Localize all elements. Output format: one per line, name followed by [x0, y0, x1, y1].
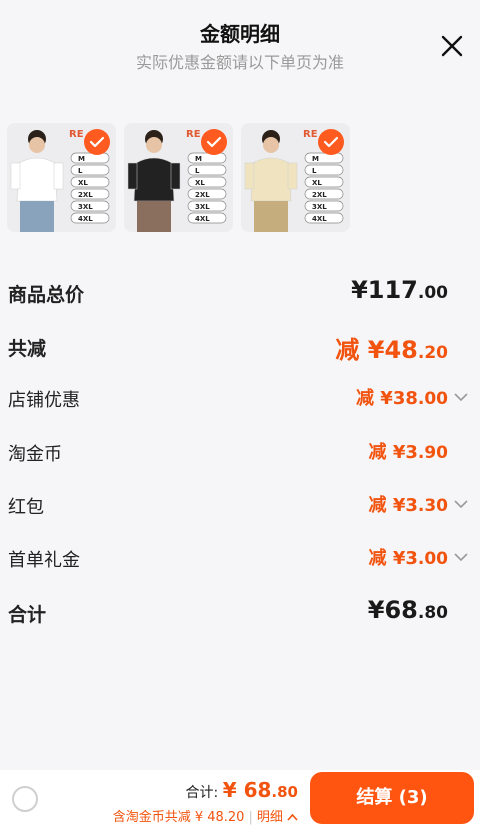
total-summary: 合计: ¥ 68.80	[186, 778, 298, 802]
breakdown-value: 减 ¥3.90	[369, 438, 448, 464]
breakdown-value: 减 ¥38.00	[356, 384, 448, 410]
product-thumbnail[interactable]: RE M L XL 2XL 3XL 4XL	[241, 123, 350, 232]
breakdown-value: 减 ¥48.20	[335, 330, 448, 365]
value-decimal: .80	[417, 603, 448, 623]
value-decimal: .20	[417, 343, 448, 363]
value-integer: ¥117	[351, 276, 418, 304]
checkout-button[interactable]: 结算 (3)	[310, 772, 474, 824]
breakdown-row: 共减 减 ¥48.20	[0, 324, 480, 374]
product-thumbnails: RE M L XL 2XL 3XL 4XL RE M L XL 2XL 3XL …	[7, 123, 350, 232]
svg-text:3XL: 3XL	[78, 203, 93, 211]
breakdown-row[interactable]: 红包 减 ¥3.30	[0, 483, 480, 533]
breakdown-value: ¥117.00	[351, 276, 448, 304]
value-decimal: .00	[417, 283, 448, 303]
svg-text:4XL: 4XL	[78, 215, 93, 223]
svg-text:RE: RE	[69, 129, 84, 140]
svg-text:M: M	[195, 155, 202, 163]
breakdown-label: 合计	[8, 604, 47, 626]
page-subtitle: 实际优惠金额请以下单页为准	[135, 53, 344, 72]
breakdown-value: 减 ¥3.00	[369, 544, 448, 570]
select-all-radio[interactable]	[12, 786, 38, 812]
breakdown-row: 淘金币 减 ¥3.90	[0, 430, 480, 480]
value-decimal: .00	[417, 389, 448, 409]
svg-text:2XL: 2XL	[195, 191, 210, 199]
breakdown-label: 红包	[8, 497, 44, 518]
product-thumbnail[interactable]: RE M L XL 2XL 3XL 4XL	[7, 123, 116, 232]
svg-text:XL: XL	[312, 179, 322, 187]
svg-text:XL: XL	[78, 179, 88, 187]
selected-check-icon	[84, 129, 110, 155]
breakdown-value: ¥68.80	[368, 596, 448, 624]
svg-text:RE: RE	[186, 129, 201, 140]
value-decimal: .30	[417, 496, 448, 516]
svg-text:L: L	[195, 167, 200, 175]
breakdown-row[interactable]: 店铺优惠 减 ¥38.00	[0, 376, 480, 426]
breakdown-label: 店铺优惠	[8, 390, 80, 411]
svg-text:RE: RE	[303, 129, 318, 140]
svg-text:L: L	[312, 167, 317, 175]
amount-detail-sheet: 金额明细 实际优惠金额请以下单页为准 RE M L XL 2XL 3XL 4XL…	[0, 0, 480, 770]
page-title: 金额明细	[200, 22, 280, 46]
breakdown-label: 淘金币	[8, 444, 62, 465]
close-icon[interactable]	[439, 33, 465, 59]
breakdown-row[interactable]: 首单礼金 减 ¥3.00	[0, 536, 480, 586]
value-integer: 减 ¥3	[368, 495, 418, 516]
breakdown-label: 共减	[8, 338, 47, 360]
breakdown-row: 商品总价 ¥117.00	[0, 270, 480, 320]
chevron-down-icon[interactable]	[454, 499, 468, 509]
svg-text:4XL: 4XL	[312, 215, 327, 223]
discount-text: 含淘金币共减 ¥ 48.20	[112, 810, 245, 825]
value-integer: 减 ¥3	[368, 442, 418, 463]
value-decimal: .90	[417, 443, 448, 463]
value-integer: 减 ¥38	[356, 388, 418, 409]
breakdown-value: 减 ¥3.30	[369, 491, 448, 517]
svg-text:4XL: 4XL	[195, 215, 210, 223]
value-decimal: .00	[417, 549, 448, 569]
svg-text:XL: XL	[195, 179, 205, 187]
svg-text:3XL: 3XL	[312, 203, 327, 211]
breakdown-label: 商品总价	[8, 284, 85, 306]
total-amount: ¥ 68.80	[222, 778, 298, 802]
breakdown-row: 合计 ¥68.80	[0, 590, 480, 640]
product-thumbnail[interactable]: RE M L XL 2XL 3XL 4XL	[124, 123, 233, 232]
total-label: 合计:	[185, 785, 219, 801]
detail-link[interactable]: 明细	[257, 810, 283, 825]
value-integer: ¥68	[367, 596, 418, 624]
checkout-bar: 合计: ¥ 68.80 含淘金币共减 ¥ 48.20 | 明细 结算 (3)	[0, 770, 480, 840]
svg-text:2XL: 2XL	[78, 191, 93, 199]
svg-text:M: M	[312, 155, 319, 163]
value-integer: 减 ¥3	[368, 548, 418, 569]
svg-text:3XL: 3XL	[195, 203, 210, 211]
svg-text:2XL: 2XL	[312, 191, 327, 199]
chevron-down-icon[interactable]	[454, 552, 468, 562]
selected-check-icon	[201, 129, 227, 155]
discount-summary[interactable]: 含淘金币共减 ¥ 48.20 | 明细	[113, 806, 298, 825]
breakdown-label: 首单礼金	[8, 550, 80, 571]
selected-check-icon	[318, 129, 344, 155]
chevron-up-icon	[287, 813, 298, 821]
chevron-down-icon[interactable]	[454, 392, 468, 402]
svg-text:L: L	[78, 167, 83, 175]
value-integer: 减 ¥48	[335, 336, 418, 364]
svg-text:M: M	[78, 155, 85, 163]
